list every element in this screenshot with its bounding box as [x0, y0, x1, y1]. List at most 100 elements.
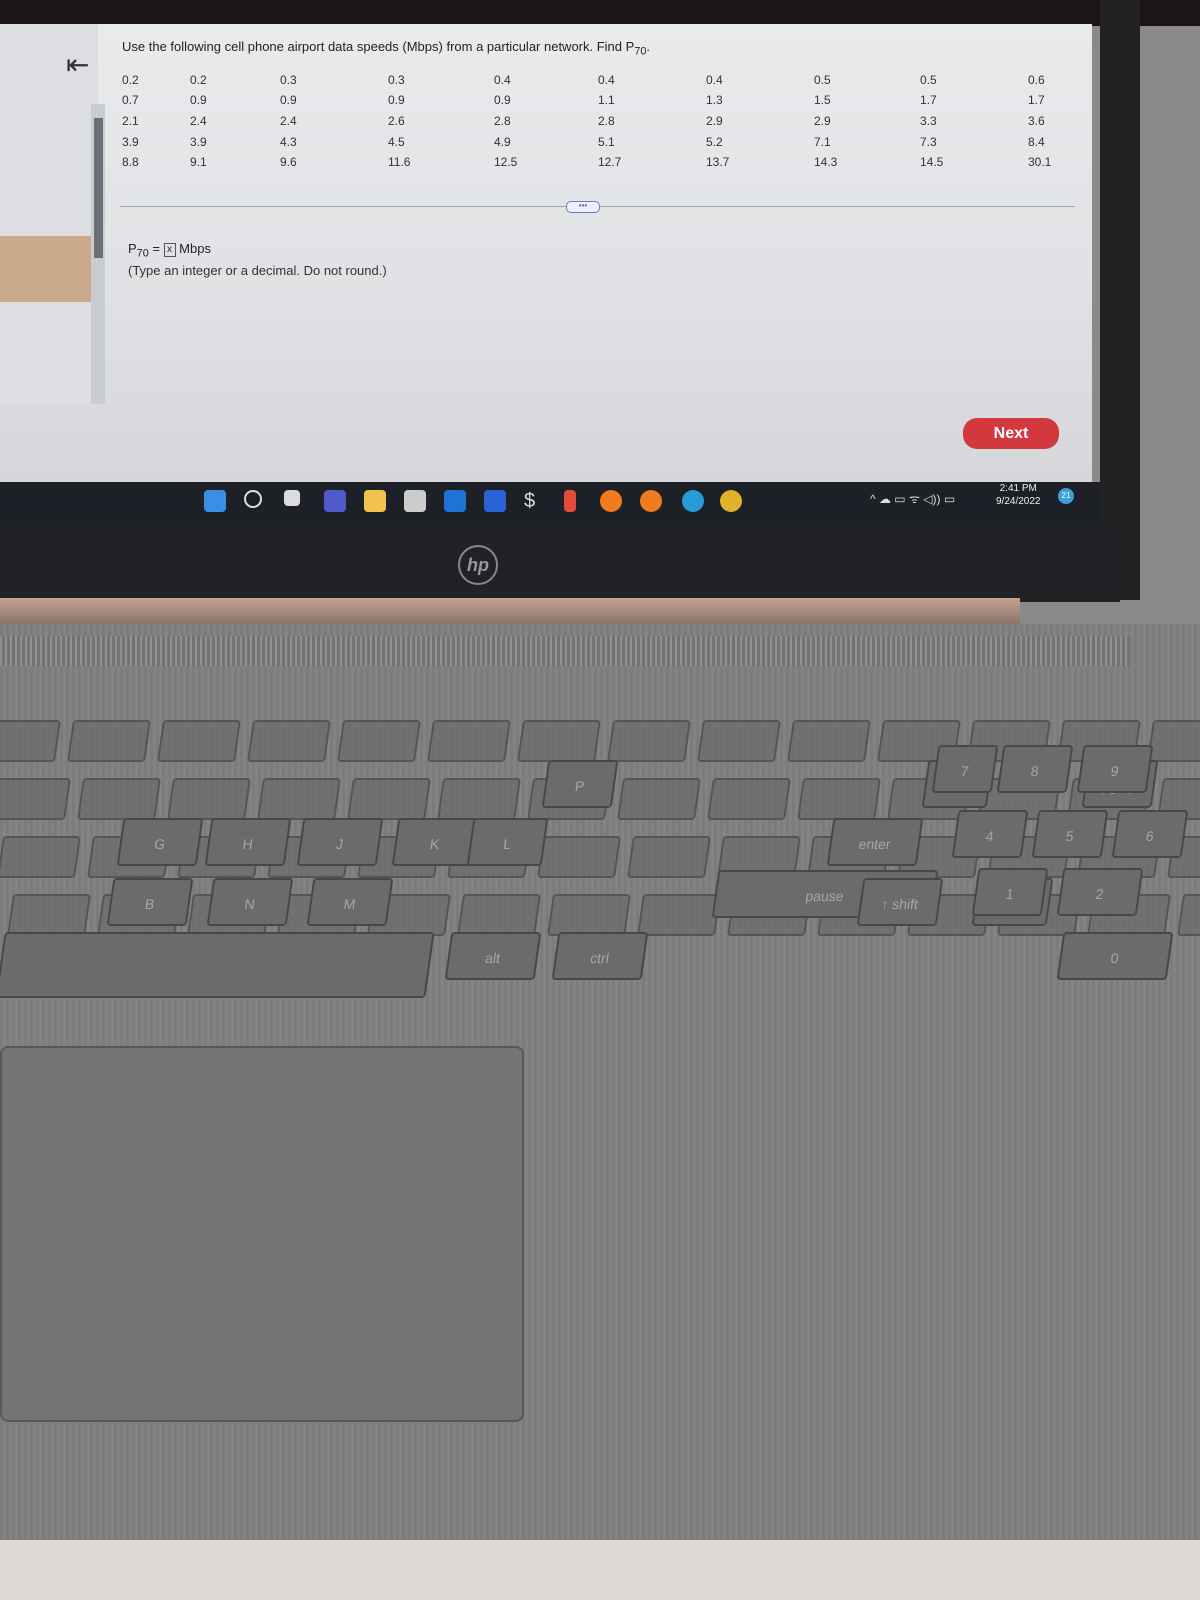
keyboard-key[interactable] — [67, 720, 151, 762]
keyboard-key[interactable] — [1147, 720, 1200, 762]
keyboard-key[interactable] — [257, 778, 341, 820]
clock-date: 9/24/2022 — [996, 496, 1041, 507]
teams-icon[interactable] — [324, 490, 346, 512]
keyboard-key[interactable] — [437, 778, 521, 820]
store-icon[interactable] — [404, 490, 426, 512]
keyboard-key[interactable] — [607, 720, 691, 762]
key[interactable]: L — [466, 818, 549, 866]
expand-more-button[interactable]: ••• — [566, 201, 600, 213]
table-cell: 0.4 — [598, 73, 615, 87]
keyboard-key[interactable] — [637, 894, 721, 936]
key[interactable]: 5 — [1031, 810, 1109, 858]
keyboard-key[interactable] — [0, 836, 81, 878]
key[interactable]: G — [116, 818, 204, 866]
table-cell: 0.3 — [388, 73, 405, 87]
table-cell: 2.4 — [190, 114, 207, 128]
key[interactable]: ctrl — [551, 932, 649, 980]
table-cell: 0.6 — [1028, 73, 1045, 87]
mail-icon[interactable] — [444, 490, 466, 512]
keyboard-key[interactable] — [167, 778, 251, 820]
task-view-icon[interactable] — [284, 490, 300, 506]
table-cell: 2.8 — [494, 114, 511, 128]
keyboard-key[interactable] — [457, 894, 541, 936]
keyboard-key[interactable] — [537, 836, 621, 878]
windows-start-icon[interactable] — [204, 490, 226, 512]
key[interactable]: J — [296, 818, 384, 866]
key[interactable]: 2 — [1056, 868, 1144, 916]
table-cell: 2.4 — [280, 114, 297, 128]
next-button[interactable]: Next — [963, 418, 1059, 449]
keyboard-key[interactable] — [797, 778, 881, 820]
key[interactable]: 7 — [931, 745, 999, 793]
key[interactable]: K — [391, 818, 479, 866]
keyboard-key[interactable] — [0, 720, 61, 762]
keyboard-key[interactable] — [427, 720, 511, 762]
keyboard-key[interactable] — [0, 778, 71, 820]
key[interactable]: 1 — [971, 868, 1049, 916]
key[interactable]: alt — [444, 932, 542, 980]
key[interactable]: ↑ shift — [856, 878, 944, 926]
key[interactable]: M — [306, 878, 394, 926]
table-cell: 4.3 — [280, 135, 297, 149]
firefox-alt-icon[interactable] — [640, 490, 662, 512]
keyboard-key[interactable] — [707, 778, 791, 820]
dollar-app-icon[interactable]: $ — [524, 490, 546, 512]
notification-badge[interactable]: 21 — [1058, 488, 1074, 504]
table-cell: 0.7 — [122, 93, 139, 107]
table-cell: 8.8 — [122, 155, 139, 169]
keyboard-key[interactable] — [517, 720, 601, 762]
key[interactable]: enter — [826, 818, 924, 866]
key[interactable]: 6 — [1111, 810, 1189, 858]
keyboard-key[interactable] — [787, 720, 871, 762]
table-cell: 3.6 — [1028, 114, 1045, 128]
keyboard-key[interactable] — [247, 720, 331, 762]
table-cell: 7.3 — [920, 135, 937, 149]
table-cell: 5.1 — [598, 135, 615, 149]
scrollbar-thumb[interactable] — [94, 118, 103, 258]
key[interactable]: H — [204, 818, 292, 866]
clock[interactable]: 2:41 PM 9/24/2022 — [996, 482, 1041, 508]
spacebar-key[interactable] — [0, 932, 435, 998]
key[interactable]: 0 — [1056, 932, 1174, 980]
search-icon[interactable] — [244, 490, 262, 508]
key[interactable]: B — [106, 878, 194, 926]
keyboard-key[interactable] — [547, 894, 631, 936]
file-explorer-icon[interactable] — [364, 490, 386, 512]
key[interactable]: 4 — [951, 810, 1029, 858]
keyboard-key[interactable] — [697, 720, 781, 762]
left-panel — [0, 24, 98, 406]
keyboard-key[interactable] — [157, 720, 241, 762]
answer-input[interactable]: x — [163, 242, 176, 257]
edge-icon[interactable] — [682, 490, 704, 512]
firefox-icon[interactable] — [600, 490, 622, 512]
table-cell: 14.3 — [814, 155, 838, 169]
table-cell: 1.3 — [706, 93, 723, 107]
key[interactable]: N — [206, 878, 294, 926]
key[interactable]: P — [541, 760, 619, 808]
hp-logo: hp — [458, 545, 498, 585]
system-tray-icons[interactable]: ^ ☁ ▭ ᯤ ◁)) ▭ — [870, 490, 960, 512]
touchpad[interactable] — [0, 1046, 524, 1422]
table-cell: 1.1 — [598, 93, 615, 107]
table-cell: 2.9 — [814, 114, 831, 128]
answer-equals: = — [148, 241, 164, 256]
keyboard-key[interactable] — [627, 836, 711, 878]
hinge — [0, 598, 1020, 624]
dropbox-icon[interactable] — [484, 490, 506, 512]
keyboard-key[interactable] — [617, 778, 701, 820]
table-cell: 0.3 — [280, 73, 297, 87]
keyboard-key[interactable] — [347, 778, 431, 820]
office-icon[interactable] — [564, 490, 576, 512]
keyboard-key[interactable] — [337, 720, 421, 762]
table-cell: 0.4 — [706, 73, 723, 87]
title-subscript: 70 — [634, 45, 647, 58]
answer-unit: Mbps — [175, 241, 211, 256]
key[interactable]: 8 — [996, 745, 1074, 793]
chrome-icon[interactable] — [720, 490, 742, 512]
key[interactable]: 9 — [1076, 745, 1154, 793]
keyboard-key[interactable] — [7, 894, 91, 936]
keyboard-key[interactable] — [77, 778, 161, 820]
table-cell: 0.5 — [814, 73, 831, 87]
answer-subscript: 70 — [136, 247, 149, 260]
collapse-left-arrow-icon[interactable]: ⇤ — [66, 48, 89, 81]
